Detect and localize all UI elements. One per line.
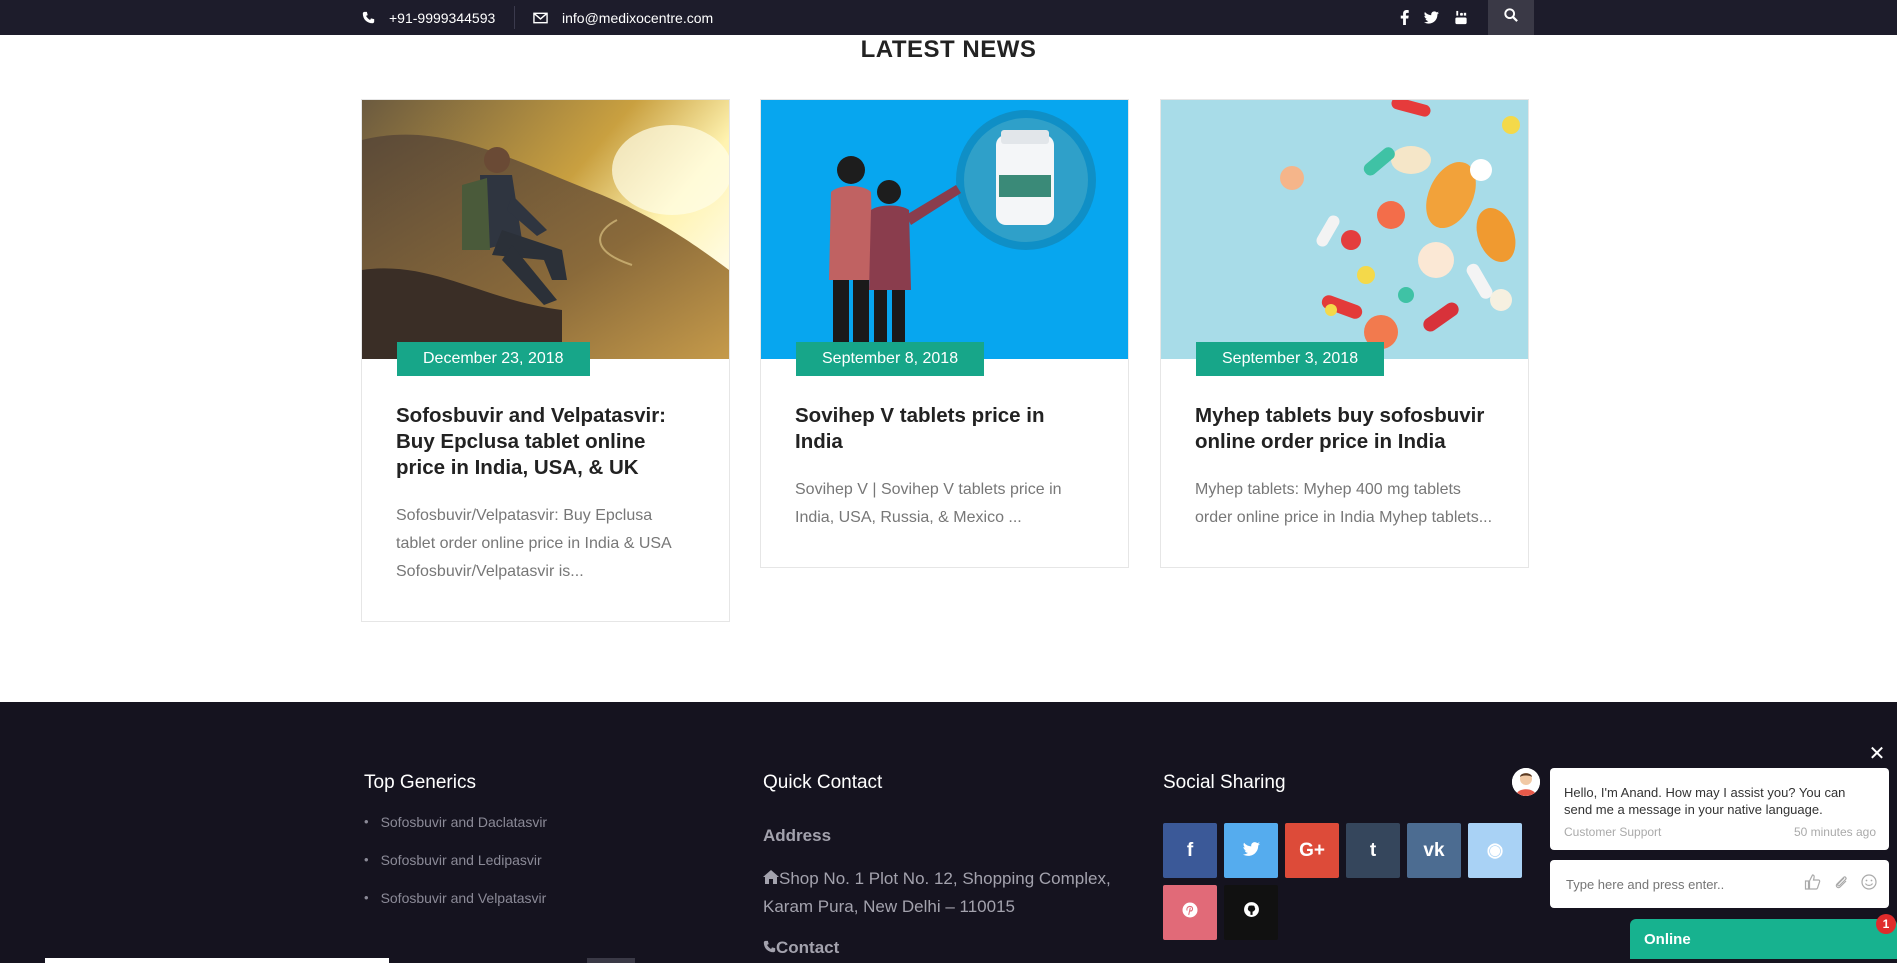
contact-label: Contact (776, 938, 840, 957)
bottom-strip (45, 958, 389, 963)
chat-input[interactable] (1564, 875, 1792, 893)
news-card[interactable]: September 3, 2018 Myhep tablets buy sofo… (1160, 99, 1529, 568)
twitter-icon (1242, 840, 1260, 862)
facebook-share-button[interactable]: f (1163, 823, 1217, 878)
top-generics-heading: Top Generics (364, 772, 476, 793)
google-plus-share-button[interactable]: G+ (1285, 823, 1339, 878)
tumblr-icon: t (1369, 839, 1377, 861)
google-plus-icon: G+ (1299, 839, 1325, 861)
github-icon (1243, 901, 1260, 924)
top-bar: +91-9999344593 info@medixocentre.com (0, 0, 1897, 35)
divider (514, 6, 515, 29)
chat-input-box[interactable] (1550, 860, 1889, 908)
news-card[interactable]: December 23, 2018 Sofosbuvir and Velpata… (361, 99, 730, 622)
vk-share-button[interactable]: vk (1407, 823, 1461, 878)
chat-sender: Customer Support (1564, 825, 1662, 839)
youtube-icon[interactable] (1454, 0, 1468, 35)
card-image-illustration[interactable] (761, 100, 1128, 359)
chat-status-bar[interactable]: Online (1630, 919, 1897, 959)
reddit-icon: ◉ (1486, 840, 1504, 861)
section-title: LATEST NEWS (860, 36, 1037, 63)
quick-contact-heading: Quick Contact (763, 772, 883, 793)
top-generics-list: Sofosbuvir and Daclatasvir Sofosbuvir an… (364, 814, 548, 928)
email-address: info@medixocentre.com (562, 9, 714, 26)
twitter-icon[interactable] (1424, 0, 1439, 35)
vk-icon: vk (1423, 839, 1445, 861)
phone-icon (763, 938, 776, 957)
reddit-share-button[interactable]: ◉ (1468, 823, 1522, 878)
tumblr-share-button[interactable]: t (1346, 823, 1400, 878)
github-share-button[interactable] (1224, 885, 1278, 940)
phone-icon (362, 11, 375, 24)
unread-badge: 1 (1876, 914, 1896, 934)
emoji-icon[interactable] (1861, 873, 1877, 895)
bottom-strip (587, 958, 635, 963)
contact-label-row: Contact (763, 938, 839, 958)
agent-avatar (1512, 768, 1540, 796)
address-label: Address (763, 826, 832, 845)
post-title[interactable]: Sovihep V tablets price in India (795, 403, 1094, 455)
twitter-share-button[interactable] (1224, 823, 1278, 878)
chat-message: Hello, I'm Anand. How may I assist you? … (1564, 785, 1846, 817)
post-excerpt: Myhep tablets: Myhep 400 mg tablets orde… (1195, 481, 1493, 526)
post-excerpt: Sofosbuvir/Velpatasvir: Buy Epclusa tabl… (396, 507, 671, 580)
generic-link[interactable]: Sofosbuvir and Velpatasvir (364, 890, 547, 928)
pinterest-share-button[interactable] (1163, 885, 1217, 940)
post-date-badge[interactable]: September 3, 2018 (1196, 342, 1385, 376)
address-text: Shop No. 1 Plot No. 12, Shopping Complex… (763, 865, 1133, 921)
home-icon (763, 869, 779, 888)
news-card[interactable]: September 8, 2018 Sovihep V tablets pric… (760, 99, 1129, 568)
post-date-badge[interactable]: September 8, 2018 (796, 342, 985, 376)
post-title[interactable]: Sofosbuvir and Velpatasvir: Buy Epclusa … (396, 403, 695, 481)
search-button[interactable] (1488, 0, 1534, 35)
post-excerpt: Sovihep V | Sovihep V tablets price in I… (795, 481, 1062, 526)
generic-link[interactable]: Sofosbuvir and Daclatasvir (364, 814, 548, 852)
close-icon: ✕ (1868, 743, 1886, 765)
pinterest-icon (1182, 902, 1198, 924)
chat-message-bubble: Hello, I'm Anand. How may I assist you? … (1550, 768, 1889, 850)
social-sharing-heading: Social Sharing (1163, 772, 1286, 793)
card-image-pills[interactable] (1161, 100, 1528, 359)
phone-number: +91-9999344593 (389, 9, 496, 26)
address-value: Shop No. 1 Plot No. 12, Shopping Complex… (763, 869, 1111, 916)
post-title[interactable]: Myhep tablets buy sofosbuvir online orde… (1195, 403, 1494, 455)
generic-link[interactable]: Sofosbuvir and Ledipasvir (364, 852, 547, 890)
chat-timestamp: 50 minutes ago (1793, 825, 1876, 839)
phone-contact[interactable]: +91-9999344593 (362, 0, 495, 35)
chat-close-button[interactable]: ✕ (1868, 743, 1886, 765)
paperclip-icon[interactable] (1833, 874, 1849, 895)
envelope-icon (533, 12, 548, 24)
card-image-hiker[interactable] (362, 100, 729, 359)
thumbs-up-icon[interactable] (1804, 873, 1821, 895)
facebook-icon[interactable] (1400, 0, 1409, 35)
post-date-badge[interactable]: December 23, 2018 (397, 342, 590, 376)
email-contact[interactable]: info@medixocentre.com (533, 0, 713, 35)
facebook-icon: f (1186, 839, 1194, 861)
search-icon (1504, 8, 1518, 27)
